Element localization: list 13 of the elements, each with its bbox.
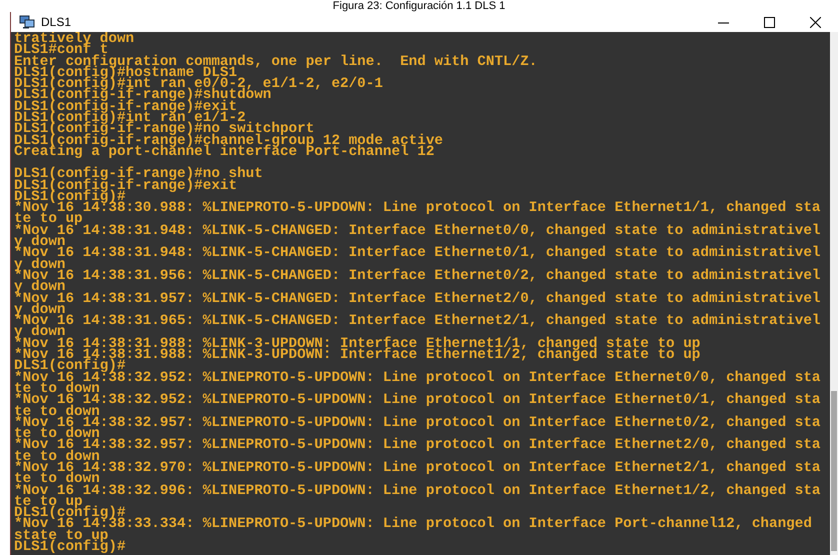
computer-icon xyxy=(19,15,35,29)
terminal-line: y down xyxy=(14,260,66,271)
terminal-line: DLS1(config)# xyxy=(14,192,126,204)
terminal-line: y down xyxy=(14,327,66,339)
scrollbar[interactable] xyxy=(830,32,838,555)
terminal-line: *Nov 16 14:38:32.996: %LINEPROTO-5-UPDOWN: Line protocol on Interface Ethernet1/2, changed sta xyxy=(14,486,822,497)
terminal-line: Creating a port-channel interface Port-channel 12 xyxy=(14,146,434,158)
close-icon xyxy=(810,16,820,28)
figure-caption: Figura 23: Configuración 1.1 DLS 1 xyxy=(332,0,506,12)
window-title: DLS1 xyxy=(41,15,72,29)
scrollbar-thumb[interactable] xyxy=(831,391,837,551)
maximize-icon xyxy=(764,16,774,28)
terminal-line: y down xyxy=(14,282,66,294)
